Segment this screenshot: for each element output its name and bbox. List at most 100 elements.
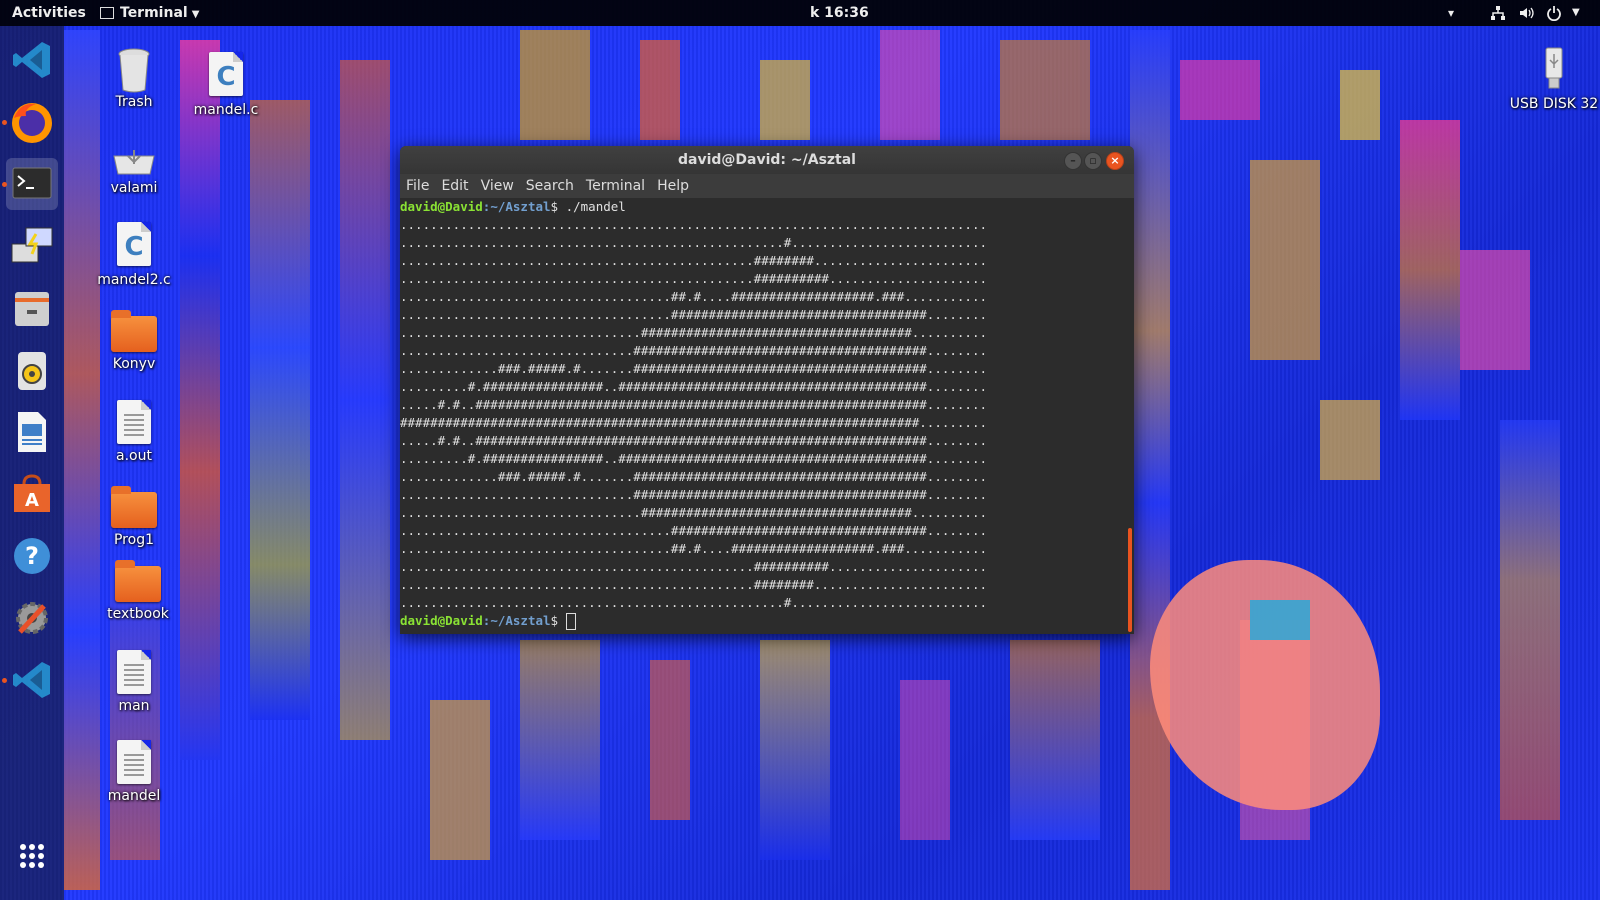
output-line: ...............................#########…	[400, 487, 987, 502]
usb-drive-icon	[112, 146, 156, 176]
dock: A ?	[0, 26, 64, 900]
dock-vscode-2[interactable]	[2, 654, 58, 706]
activities-button[interactable]: Activities	[12, 0, 86, 26]
app-menu-label: Terminal	[120, 5, 188, 21]
desktop-icon-label: textbook	[107, 606, 169, 622]
desktop-icon-mandel2-c[interactable]: C mandel2.c	[90, 222, 178, 288]
menu-terminal[interactable]: Terminal	[580, 174, 651, 198]
prompt-symbol: $	[550, 613, 559, 628]
terminal-window[interactable]: david@David: ~/Asztal – ▫ × File Edit View…	[400, 146, 1134, 634]
show-applications-button[interactable]	[6, 830, 58, 882]
dock-terminal[interactable]	[2, 158, 58, 210]
desktop-icon-label: USB DISK 32	[1509, 96, 1599, 112]
desktop-icon-label: mandel.c	[193, 102, 259, 118]
input-line[interactable]: david@David:~/Asztal$	[400, 612, 1124, 630]
folder-icon	[111, 486, 157, 528]
app-grid-icon	[20, 844, 44, 868]
output-line: ........................................…	[400, 577, 987, 592]
terminal-scrollbar[interactable]	[1124, 198, 1134, 634]
help-icon: ?	[14, 538, 50, 574]
output-line: .....#.#..##############################…	[400, 397, 987, 412]
desktop-icon-man[interactable]: man	[90, 650, 178, 714]
desktop-icon-label: man	[118, 698, 150, 714]
dock-rhythmbox[interactable]	[6, 344, 58, 396]
desktop-icon-label: valami	[110, 180, 158, 196]
power-icon[interactable]	[1546, 0, 1562, 26]
desktop-icon-textbook[interactable]: textbook	[94, 560, 182, 622]
desktop-icon-label: Trash	[115, 94, 153, 110]
c-source-file-icon: C	[209, 52, 243, 96]
prompt-path: :~/Asztal	[482, 199, 551, 214]
output-line: .........#.################..###########…	[400, 451, 987, 466]
vscode-icon	[13, 662, 50, 698]
prompt-path: :~/Asztal	[482, 613, 551, 628]
close-button[interactable]: ×	[1106, 152, 1124, 170]
menu-view[interactable]: View	[475, 174, 520, 198]
output-line: ....................................##.#…	[400, 541, 987, 556]
dock-help[interactable]: ?	[6, 530, 58, 582]
menu-file[interactable]: File	[400, 174, 435, 198]
dock-files[interactable]	[6, 282, 58, 334]
keyboard-layout-icon[interactable]: ▾	[1448, 0, 1454, 26]
desktop-icon-prog1[interactable]: Prog1	[90, 486, 178, 548]
folder-icon	[115, 560, 161, 602]
network-icon[interactable]	[1490, 0, 1506, 26]
desktop-icon-usb-disk[interactable]: USB DISK 32	[1508, 46, 1600, 113]
vscode-icon	[13, 42, 50, 78]
file-icon	[117, 650, 151, 694]
output-line: ....................................####…	[400, 307, 987, 322]
dock-python-ide[interactable]	[6, 220, 58, 272]
dock-firefox[interactable]	[2, 96, 58, 148]
settings-tools-icon	[16, 602, 48, 634]
close-icon: ×	[1110, 154, 1120, 167]
desktop-icon-trash[interactable]: Trash	[90, 46, 178, 110]
desktop-icon-valami[interactable]: valami	[90, 140, 178, 196]
prompt-user: david@David	[400, 613, 483, 628]
output-line: .............###.#####.#.......#########…	[400, 469, 987, 484]
output-line: ........................................…	[400, 271, 987, 286]
file-icon	[117, 400, 151, 444]
desktop-icon-label: mandel	[107, 788, 161, 804]
volume-icon[interactable]	[1518, 0, 1534, 26]
scrollbar-thumb[interactable]	[1128, 528, 1132, 632]
output-line: .............###.#####.#.......#########…	[400, 361, 987, 376]
menu-edit[interactable]: Edit	[435, 174, 474, 198]
dock-settings[interactable]	[6, 592, 58, 644]
minimize-button[interactable]: –	[1064, 152, 1082, 170]
usb-drive-icon	[1542, 46, 1566, 92]
terminal-output[interactable]: david@David:~/Asztal$ ./mandel..........…	[400, 198, 1124, 634]
menu-help[interactable]: Help	[651, 174, 695, 198]
clock[interactable]: k 16:36	[810, 0, 869, 26]
output-line: ........................................…	[400, 235, 987, 250]
terminal-titlebar[interactable]: david@David: ~/Asztal – ▫ ×	[400, 146, 1134, 174]
desktop-icon-a-out[interactable]: a.out	[90, 400, 178, 464]
terminal-icon	[12, 167, 52, 199]
text-cursor	[565, 613, 576, 630]
dock-vscode[interactable]	[6, 34, 58, 86]
dock-software[interactable]: A	[6, 468, 58, 520]
file-cabinet-icon	[15, 292, 49, 326]
minimize-icon: –	[1070, 154, 1076, 167]
desktop-icon-label: a.out	[116, 448, 152, 464]
trash-icon	[117, 46, 151, 94]
maximize-button[interactable]: ▫	[1084, 152, 1102, 170]
desktop-icon-mandel[interactable]: mandel	[90, 740, 178, 804]
desktop-icon-mandel-c[interactable]: C mandel.c	[182, 52, 270, 118]
menu-search[interactable]: Search	[520, 174, 580, 198]
output-line: ...............................#########…	[400, 343, 987, 358]
svg-text:?: ?	[25, 542, 39, 570]
output-line: ................................########…	[400, 325, 987, 340]
command-text: ./mandel	[558, 199, 626, 214]
file-icon	[117, 740, 151, 784]
output-line: ########################################…	[400, 415, 987, 430]
output-line: ................................########…	[400, 505, 987, 520]
output-line: ........................................…	[400, 253, 987, 268]
terminal-app-icon	[100, 7, 114, 19]
speaker-icon	[18, 352, 46, 390]
terminal-menubar: File Edit View Search Terminal Help	[400, 174, 1134, 198]
desktop-icon-konyv[interactable]: Konyv	[90, 310, 178, 372]
app-menu[interactable]: Terminal ▼	[100, 0, 199, 26]
system-menu-chevron-icon[interactable]: ▼	[1572, 0, 1580, 26]
dock-writer[interactable]	[6, 406, 58, 458]
program-output: ........................................…	[400, 216, 1124, 612]
